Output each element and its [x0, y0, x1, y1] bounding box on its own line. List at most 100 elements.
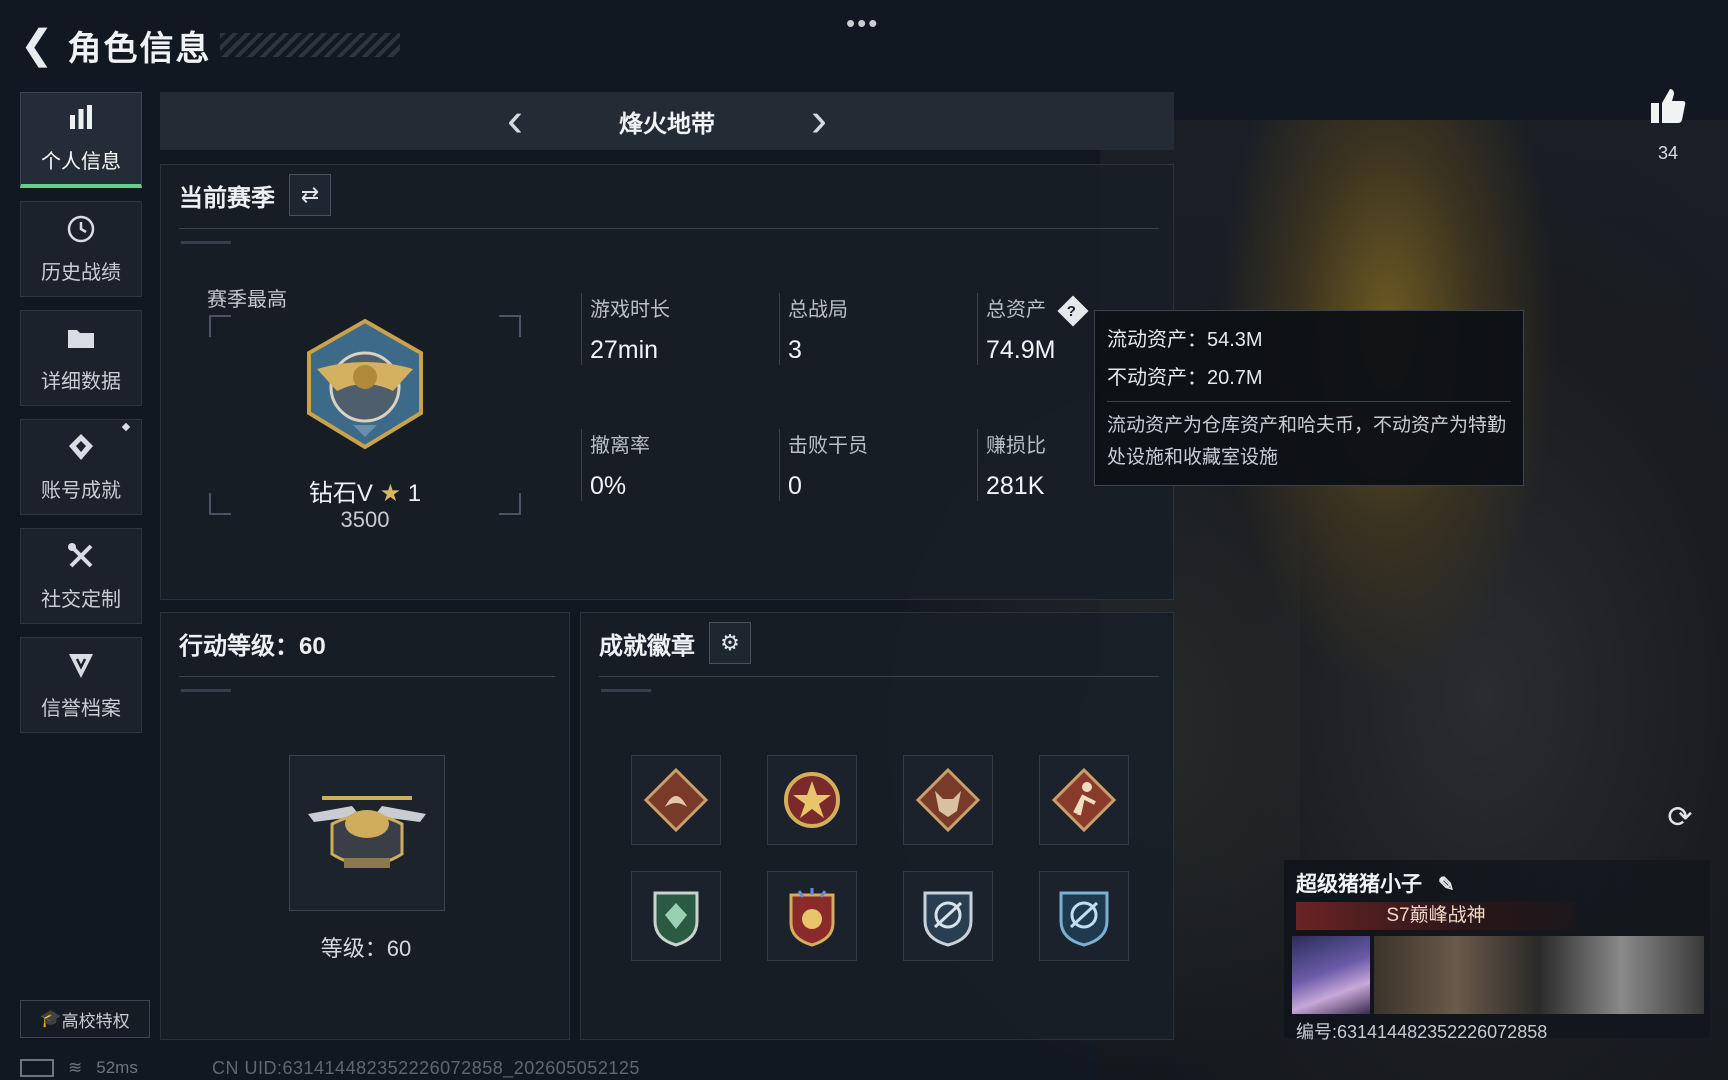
battery-icon	[20, 1059, 54, 1077]
refresh-icon[interactable]: ⟳	[1662, 800, 1698, 836]
divider	[1107, 401, 1511, 402]
ping-readout: 52ms	[96, 1058, 138, 1077]
divider-accent	[181, 241, 231, 244]
badge-slot[interactable]	[1039, 755, 1129, 845]
assets-description: 流动资产为仓库资产和哈夫币，不动资产为特勤处设施和收藏室设施	[1107, 415, 1507, 468]
more-menu-icon[interactable]: •••	[846, 8, 879, 39]
badge-slot[interactable]	[631, 755, 721, 845]
rank-name: 钻石V ★ 1	[209, 473, 521, 508]
divider-accent	[181, 689, 231, 692]
rank-score: 3500	[340, 507, 390, 532]
wifi-icon: ≋	[68, 1058, 83, 1077]
badge-settings-button[interactable]: ⚙	[709, 622, 751, 664]
folder-icon	[65, 323, 97, 359]
notification-dot	[121, 422, 131, 432]
sidebar-item-personal-info[interactable]: 个人信息	[20, 92, 142, 188]
status-bar: ≋ 52ms	[20, 1058, 138, 1078]
target-shield-blue-badge-icon	[1059, 891, 1109, 947]
sidebar-item-credit[interactable]: 信誉档案	[20, 637, 142, 733]
chevron-left-icon[interactable]: ‹	[507, 97, 523, 145]
diamond-rank-emblem-icon	[297, 317, 433, 458]
badge-slot[interactable]	[767, 755, 857, 845]
level-text: 等级：60	[320, 936, 412, 961]
campus-privilege-button[interactable]: 🎓 高校特权	[20, 1000, 150, 1038]
swap-icon: ⇄	[300, 182, 320, 207]
star-medal-badge-icon	[784, 772, 840, 828]
gear-icon: ⚙	[720, 630, 740, 655]
level-emblem-frame[interactable]	[289, 755, 445, 911]
frame-corner	[209, 315, 231, 337]
stat-total-matches: 总战局 3	[779, 293, 958, 365]
badge-slot[interactable]	[767, 871, 857, 961]
switch-season-button[interactable]: ⇄	[289, 174, 331, 216]
stat-kills: 击败干员 0	[779, 429, 958, 501]
player-title-banner: S7巅峰战神	[1296, 902, 1576, 930]
player-title: S7巅峰战神	[1386, 905, 1486, 926]
rank-box: 钻石V ★ 1 3500	[209, 315, 521, 532]
badge-grid	[631, 755, 1129, 961]
sidebar-item-social[interactable]: 社交定制	[20, 528, 142, 624]
season-panel: 当前赛季 ⇄ 赛季最高 钻石V ★ 1 3500 游戏时长 27min 总战局 …	[160, 164, 1174, 600]
badge-slot[interactable]	[903, 871, 993, 961]
player-name-row: 超级猪猪小子 ✎	[1296, 868, 1455, 898]
dragon-badge-icon	[643, 767, 709, 833]
player-id[interactable]: 编号:631414482352226072858	[1296, 1018, 1547, 1044]
green-shield-badge-icon	[653, 891, 699, 947]
sidebar-item-label: 历史战绩	[41, 261, 121, 284]
badge-slot[interactable]	[1039, 871, 1129, 961]
player-name: 超级猪猪小子	[1296, 873, 1422, 896]
achievement-icon	[66, 432, 96, 468]
action-level-panel: 行动等级：60 等级：60	[160, 612, 570, 1040]
achievement-badges-panel: 成就徽章 ⚙	[580, 612, 1174, 1040]
action-level-title: 行动等级：60	[179, 632, 326, 660]
campus-label: 高校特权	[61, 1011, 130, 1031]
help-icon[interactable]: ?	[1057, 295, 1089, 327]
rocket-stars-badge-icon	[789, 888, 835, 947]
back-arrow-icon[interactable]: ❮	[20, 25, 54, 65]
badge-slot[interactable]	[631, 871, 721, 961]
stat-label: 击败干员	[788, 435, 868, 457]
sidebar-item-history[interactable]: 历史战绩	[20, 201, 142, 297]
stat-value: 0%	[590, 472, 627, 500]
rank-title: 钻石V	[308, 480, 373, 507]
divider	[179, 228, 1159, 229]
sidebar-item-label: 详细数据	[41, 370, 121, 393]
title-decoration	[219, 33, 400, 57]
sidebar-item-label: 社交定制	[41, 588, 121, 611]
season-title: 当前赛季	[179, 184, 275, 212]
page-title: 角色信息	[67, 29, 212, 68]
runner-badge-icon	[1051, 767, 1117, 833]
sidebar-item-detailed-data[interactable]: 详细数据	[20, 310, 142, 406]
chevron-right-icon[interactable]: ›	[811, 97, 827, 145]
campus-icon: 🎓	[40, 1009, 62, 1028]
mode-title: 烽火地带	[619, 110, 715, 138]
history-icon	[66, 214, 96, 250]
badges-title: 成就徽章	[599, 632, 695, 660]
stat-label: 总战局	[788, 299, 848, 321]
tools-icon	[66, 541, 96, 577]
sidebar-item-label: 账号成就	[41, 479, 121, 502]
stat-label: 撤离率	[590, 435, 650, 457]
helicopter-emblem-icon	[302, 776, 432, 891]
rank-stars: 1	[407, 480, 422, 507]
season-best-label: 赛季最高	[207, 289, 287, 311]
edit-pencil-icon[interactable]: ✎	[1438, 874, 1455, 896]
divider	[179, 676, 555, 677]
credit-shield-icon	[66, 650, 96, 686]
thumbs-up-icon[interactable]	[1640, 86, 1696, 133]
total-assets-label: 总资产	[986, 299, 1046, 321]
sidebar-item-label: 个人信息	[41, 151, 121, 173]
stat-extract-rate: 撤离率 0%	[581, 429, 760, 501]
liquid-assets: 流动资产：54.3M	[1107, 329, 1263, 351]
sidebar-item-achievements[interactable]: 账号成就	[20, 419, 142, 515]
frame-corner	[499, 315, 521, 337]
badge-slot[interactable]	[903, 755, 993, 845]
stat-value: 3	[788, 336, 802, 364]
top-bar: ❮ 角色信息	[20, 20, 400, 70]
uid-text: CN UID:631414482352226072858_20260505212…	[212, 1058, 640, 1078]
sidebar: 个人信息 历史战绩 详细数据 账号成就 社交定制 信誉档案	[20, 92, 144, 746]
sidebar-item-label: 信誉档案	[41, 697, 121, 720]
fixed-assets: 不动资产：20.7M	[1107, 367, 1263, 389]
like-count: 34	[1657, 143, 1679, 163]
avatar[interactable]	[1292, 936, 1370, 1014]
